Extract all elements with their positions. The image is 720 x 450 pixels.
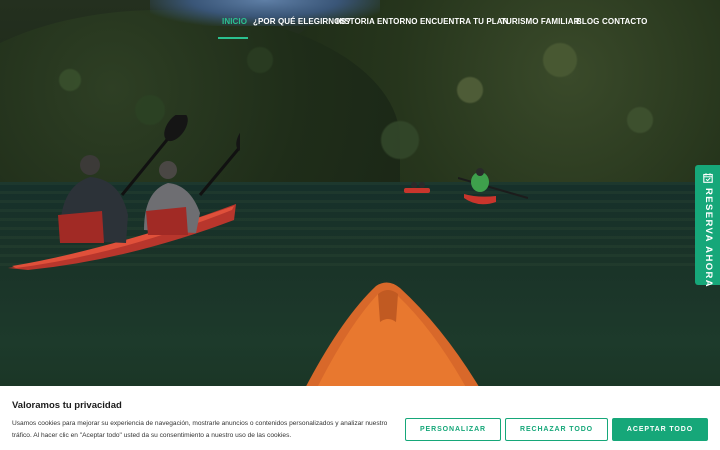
kayak-bow xyxy=(298,282,488,402)
distant-kayak xyxy=(458,168,528,205)
nav-item-contacto[interactable]: CONTACTO xyxy=(602,17,647,26)
reject-all-cookies-button[interactable]: RECHAZAR TODO xyxy=(505,418,608,441)
main-navigation: INICIO ¿POR QUÉ ELEGIRNOS? HISTORIA ENTO… xyxy=(0,0,720,44)
cookie-banner-title: Valoramos tu privacidad xyxy=(12,400,122,411)
active-nav-indicator xyxy=(218,37,248,39)
nav-item-historia[interactable]: HISTORIA xyxy=(336,17,375,26)
customize-cookies-button[interactable]: PERSONALIZAR xyxy=(405,418,501,441)
nav-item-inicio[interactable]: INICIO xyxy=(222,17,247,26)
nav-item-encuentra-tu-plan[interactable]: ENCUENTRA TU PLAN xyxy=(420,17,509,26)
accept-all-cookies-button[interactable]: ACEPTAR TODO xyxy=(612,418,708,441)
cookie-banner-text: Usamos cookies para mejorar su experienc… xyxy=(12,420,388,439)
paddlers xyxy=(58,115,240,243)
reserve-now-label: RESERVA AHORA xyxy=(703,188,714,289)
distant-kayak xyxy=(404,182,430,193)
reserve-now-tab[interactable]: RESERVA AHORA xyxy=(695,165,720,289)
nav-item-entorno[interactable]: ENTORNO xyxy=(377,17,418,26)
hero-background xyxy=(0,0,720,450)
nav-item-blog[interactable]: BLOG xyxy=(576,17,600,26)
calendar-icon xyxy=(703,173,713,183)
nav-item-turismo-familiar[interactable]: TURISMO FAMILIAR xyxy=(501,17,579,26)
